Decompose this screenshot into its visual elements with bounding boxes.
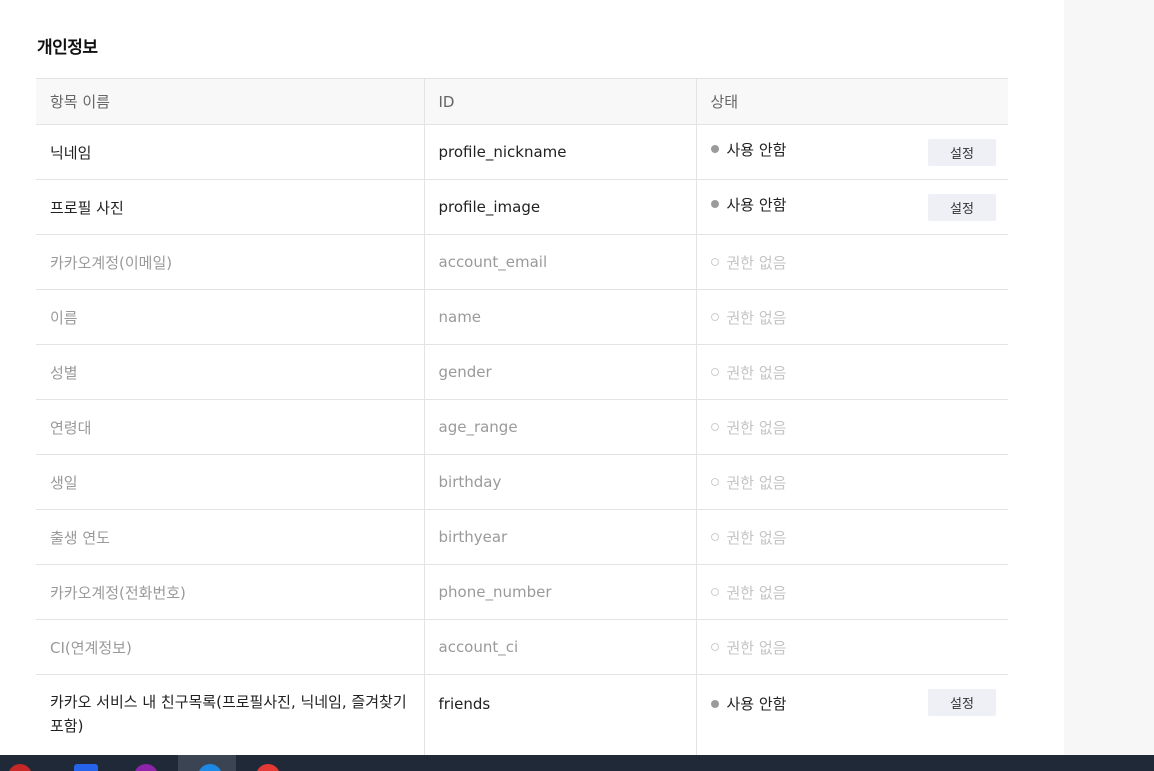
scope-id: profile_image xyxy=(423,179,696,235)
scope-status-label: 권한 없음 xyxy=(726,253,787,272)
scope-status-label: 권한 없음 xyxy=(726,583,787,602)
scope-name: 카카오계정(이메일) xyxy=(36,234,424,290)
scope-status-cell: 권한 없음 xyxy=(695,509,1008,565)
scope-name: 닉네임 xyxy=(36,124,424,180)
scope-name: 출생 연도 xyxy=(36,509,424,565)
scope-name: 생일 xyxy=(36,454,424,510)
scope-name: 성별 xyxy=(36,344,424,400)
table-row: 프로필 사진 profile_image 설정 사용 안함 xyxy=(36,179,1008,235)
status-empty-dot-icon xyxy=(710,313,719,321)
scope-setting-button[interactable]: 설정 xyxy=(928,138,996,166)
scope-id: birthday xyxy=(423,454,696,510)
table-row: 출생 연도 birthyear 권한 없음 xyxy=(36,509,1008,565)
scope-status-label: 사용 안함 xyxy=(726,140,787,159)
scope-id: name xyxy=(423,289,696,345)
scope-name: 이름 xyxy=(36,289,424,345)
status-empty-dot-icon xyxy=(710,533,719,541)
status-dot-icon xyxy=(710,200,719,208)
section-title: 개인정보 xyxy=(37,38,98,58)
table-row: CI(연계정보) account_ci 권한 없음 xyxy=(36,619,1008,675)
personal-info-scope-table: 항목 이름 ID 상태 닉네임 profile_nickname 설정 사용 안함 프로… xyxy=(36,78,1008,769)
scope-status-label: 권한 없음 xyxy=(726,638,787,657)
app-icon-purple[interactable] xyxy=(134,764,158,771)
scope-name: CI(연계정보) xyxy=(36,619,424,675)
status-empty-dot-icon xyxy=(710,368,719,376)
right-side-panel xyxy=(1064,0,1154,755)
status-empty-dot-icon xyxy=(710,478,719,486)
scope-id: gender xyxy=(423,344,696,400)
scope-status-label: 권한 없음 xyxy=(726,308,787,327)
scope-status-cell: 권한 없음 xyxy=(695,619,1008,675)
table-row: 이름 name 권한 없음 xyxy=(36,289,1008,345)
scope-status-cell: 권한 없음 xyxy=(695,234,1008,290)
scope-status-cell: 권한 없음 xyxy=(695,399,1008,455)
scope-status-cell: 권한 없음 xyxy=(695,564,1008,620)
scope-status-cell: 설정 사용 안함 xyxy=(695,124,1008,180)
app-icon-blue[interactable] xyxy=(74,764,98,771)
scope-name: 연령대 xyxy=(36,399,424,455)
app-icon-red-circle[interactable] xyxy=(256,764,280,771)
scope-name: 프로필 사진 xyxy=(36,179,424,235)
scope-status-label: 권한 없음 xyxy=(726,418,787,437)
column-header-id: ID xyxy=(423,78,696,125)
scope-setting-button[interactable]: 설정 xyxy=(928,193,996,221)
scope-status-cell: 권한 없음 xyxy=(695,344,1008,400)
status-empty-dot-icon xyxy=(710,643,719,651)
scope-status-cell: 권한 없음 xyxy=(695,454,1008,510)
status-dot-icon xyxy=(710,145,719,153)
scope-status-cell: 설정 사용 안함 xyxy=(695,179,1008,235)
column-header-status: 상태 xyxy=(695,78,1008,125)
os-taskbar xyxy=(0,755,1154,771)
status-empty-dot-icon xyxy=(710,588,719,596)
scope-id: phone_number xyxy=(423,564,696,620)
scope-status-label: 사용 안함 xyxy=(726,695,787,713)
table-header-row: 항목 이름 ID 상태 xyxy=(36,78,1008,125)
scope-status-label: 권한 없음 xyxy=(726,473,787,492)
scope-id: account_ci xyxy=(423,619,696,675)
scope-status-cell: 권한 없음 xyxy=(695,289,1008,345)
scope-status-label: 권한 없음 xyxy=(726,363,787,382)
table-row: 생일 birthday 권한 없음 xyxy=(36,454,1008,510)
scope-status-label: 권한 없음 xyxy=(726,528,787,547)
scope-id: account_email xyxy=(423,234,696,290)
scope-status-label: 사용 안함 xyxy=(726,195,787,214)
scope-id: age_range xyxy=(423,399,696,455)
table-row: 연령대 age_range 권한 없음 xyxy=(36,399,1008,455)
app-icon-red[interactable] xyxy=(8,764,32,771)
status-dot-icon xyxy=(710,699,719,708)
status-empty-dot-icon xyxy=(710,423,719,431)
table-row: 성별 gender 권한 없음 xyxy=(36,344,1008,400)
table-row: 카카오계정(전화번호) phone_number 권한 없음 xyxy=(36,564,1008,620)
status-empty-dot-icon xyxy=(710,258,719,266)
scope-id: profile_nickname xyxy=(423,124,696,180)
scope-setting-button[interactable]: 설정 xyxy=(928,689,996,716)
table-row: 닉네임 profile_nickname 설정 사용 안함 xyxy=(36,124,1008,180)
table-row: 카카오계정(이메일) account_email 권한 없음 xyxy=(36,234,1008,290)
scope-name: 카카오계정(전화번호) xyxy=(36,564,424,620)
scope-id: birthyear xyxy=(423,509,696,565)
column-header-name: 항목 이름 xyxy=(36,78,424,125)
